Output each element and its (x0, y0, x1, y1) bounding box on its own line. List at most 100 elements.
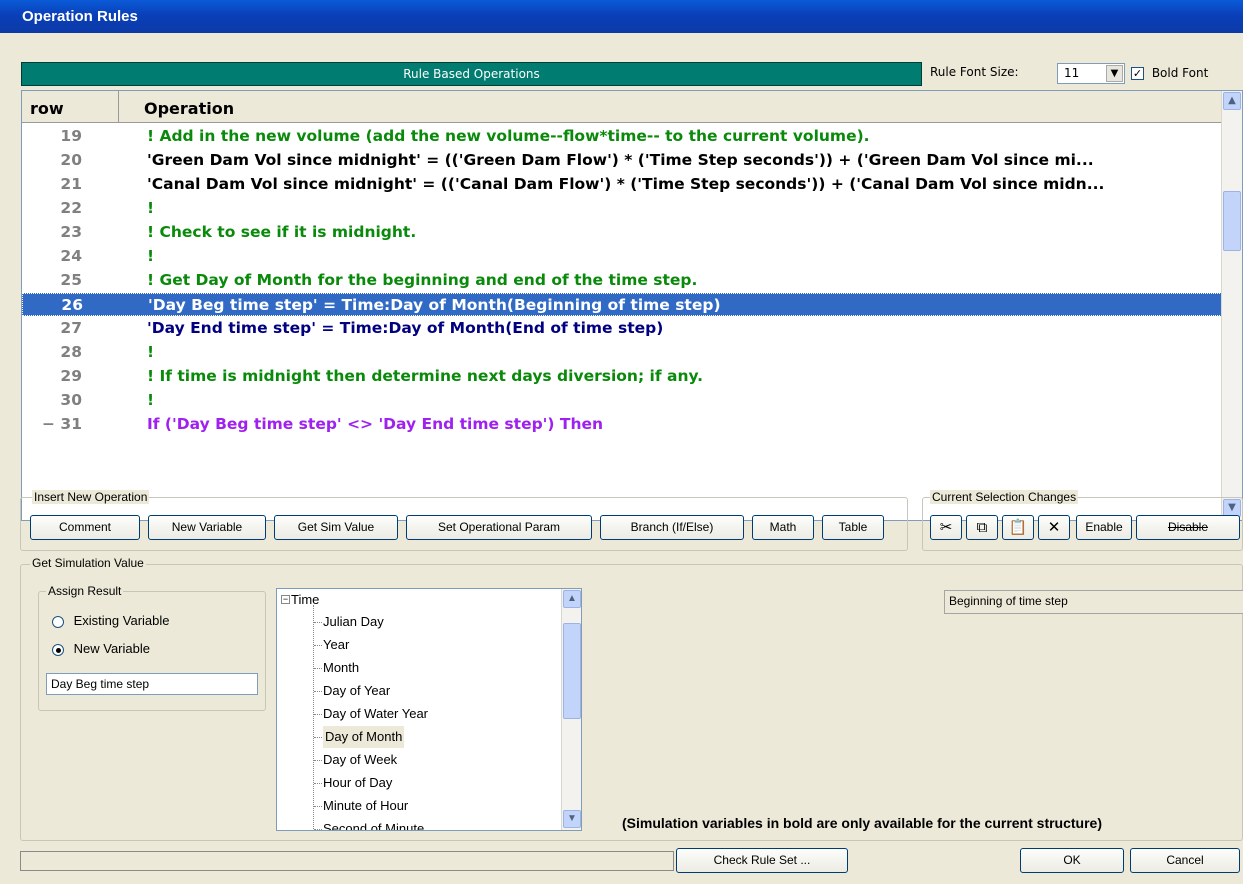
tree-item[interactable]: Julian Day (323, 611, 384, 633)
tree-item[interactable]: Day of Water Year (323, 703, 428, 725)
tree-item[interactable]: Day of Week (323, 749, 397, 771)
status-field (20, 851, 674, 871)
tree-item[interactable]: Minute of Hour (323, 795, 408, 817)
rule-row[interactable]: 21 'Canal Dam Vol since midnight' = (('Ca… (22, 173, 1222, 196)
cancel-button[interactable]: Cancel (1130, 848, 1240, 873)
bold-variables-hint: (Simulation variables in bold are only a… (622, 815, 1103, 831)
math-button[interactable]: Math (752, 515, 814, 540)
rule-row-operation: ! Get Day of Month for the beginning and… (147, 271, 698, 289)
tree-branch-line (314, 829, 322, 830)
tree-scroll-thumb[interactable] (563, 623, 581, 719)
bold-font-label: Bold Font (1151, 66, 1209, 80)
rule-row[interactable]: 19 ! Add in the new volume (add the new v… (22, 125, 1222, 148)
delete-icon[interactable]: ✕ (1038, 515, 1070, 540)
sim-value-tree[interactable]: − Time Julian Day Year Month Day of Year Day… (276, 588, 582, 831)
tree-item[interactable]: Second of Minute (323, 818, 424, 830)
tree-scroll-down-icon[interactable]: ▼ (563, 810, 581, 828)
get-sim-value-button[interactable]: Get Sim Value (274, 515, 398, 540)
grid-scrollbar[interactable]: ▲ ▼ (1221, 91, 1242, 520)
font-size-select[interactable]: 11 ▼ (1057, 63, 1125, 84)
rule-row[interactable]: 20 'Green Dam Vol since midnight' = (('Gr… (22, 149, 1222, 172)
existing-variable-option[interactable]: Existing Variable (52, 613, 170, 628)
tree-item[interactable]: Month (323, 657, 359, 679)
chevron-down-icon[interactable]: ▼ (1106, 65, 1123, 82)
rule-row-operation: 'Day Beg time step' = Time:Day of Month(… (148, 296, 721, 314)
scroll-thumb[interactable] (1223, 191, 1241, 251)
bold-font-checkbox[interactable]: ✓ (1131, 67, 1144, 80)
tree-guide-line (313, 605, 314, 830)
scroll-up-icon[interactable]: ▲ (1223, 92, 1241, 110)
existing-variable-label: Existing Variable (73, 613, 170, 628)
rule-row[interactable]: 24! (22, 245, 1222, 268)
ok-button[interactable]: OK (1020, 848, 1124, 873)
tree-branch-line (314, 691, 322, 692)
new-variable-button[interactable]: New Variable (148, 515, 266, 540)
rule-row-number: 20 (60, 151, 82, 169)
cut-icon[interactable]: ✂ (930, 515, 962, 540)
title-bar: Operation Rules (0, 0, 1243, 33)
existing-variable-radio[interactable] (52, 615, 64, 628)
tree-branch-line (314, 783, 322, 784)
tree-branch-line (314, 622, 322, 623)
branch-if-else-button[interactable]: Branch (If/Else) (600, 515, 744, 540)
rule-row[interactable]: 29 ! If time is midnight then determine n… (22, 365, 1222, 388)
column-header-operation[interactable]: Operation (144, 99, 234, 118)
tree-item[interactable]: Hour of Day (323, 772, 392, 794)
tree-scrollbar[interactable]: ▲ ▼ (561, 589, 581, 830)
rule-row-operation: ! If time is midnight then determine nex… (147, 367, 704, 385)
rule-row-operation: ! (147, 391, 155, 409)
rule-row[interactable]: 22! (22, 197, 1222, 220)
rule-row-number: − 31 (42, 415, 82, 433)
tree-root-time[interactable]: Time (291, 589, 319, 611)
rule-row-number: 27 (60, 319, 82, 337)
table-button[interactable]: Table (822, 515, 884, 540)
new-variable-radio[interactable] (52, 643, 64, 656)
check-rule-set-button[interactable]: Check Rule Set ... (676, 848, 848, 873)
paste-icon[interactable]: 📋 (1002, 515, 1034, 540)
rule-row[interactable]: − 31 If ('Day Beg time step' <> 'Day End … (22, 413, 1222, 436)
get-sim-value-legend: Get Simulation Value (30, 556, 146, 570)
rule-row[interactable]: 23 ! Check to see if it is midnight. (22, 221, 1222, 244)
rule-row-operation: ! (147, 199, 155, 217)
collapse-icon[interactable]: − (281, 595, 290, 604)
rule-row-operation: ! Check to see if it is midnight. (147, 223, 417, 241)
column-header-row[interactable]: row (30, 99, 64, 118)
rule-row-number: 25 (60, 271, 82, 289)
rule-row[interactable]: 28! (22, 341, 1222, 364)
tree-item[interactable]: Day of Month (323, 726, 405, 748)
variable-name-input[interactable]: Day Beg time step (46, 673, 258, 695)
new-variable-option[interactable]: New Variable (52, 641, 150, 656)
rule-row-number: 23 (60, 223, 82, 241)
rule-row[interactable]: 30! (22, 389, 1222, 412)
tree-scroll-up-icon[interactable]: ▲ (563, 590, 581, 608)
set-operational-param-button[interactable]: Set Operational Param (406, 515, 592, 540)
insert-operation-legend: Insert New Operation (32, 490, 150, 504)
rule-row-operation: If ('Day Beg time step' <> 'Day End time… (147, 415, 604, 433)
rule-row-operation: 'Day End time step' = Time:Day of Month(… (147, 319, 664, 337)
rule-row-number: 28 (60, 343, 82, 361)
copy-icon[interactable]: ⧉ (966, 515, 998, 540)
rule-row[interactable]: 25 ! Get Day of Month for the beginning a… (22, 269, 1222, 292)
rule-row-number: 24 (60, 247, 82, 265)
tree-branch-line (314, 760, 322, 761)
enable-button[interactable]: Enable (1076, 515, 1132, 540)
tree-branch-line (314, 714, 322, 715)
tree-item[interactable]: Day of Year (323, 680, 390, 702)
rule-row-number: 19 (60, 127, 82, 145)
new-variable-label: New Variable (73, 641, 150, 656)
parameter-display[interactable]: Beginning of time step (944, 590, 1243, 614)
font-size-value: 11 (1064, 66, 1080, 80)
comment-button[interactable]: Comment (30, 515, 140, 540)
rule-row[interactable]: 27 'Day End time step' = Time:Day of Mont… (22, 317, 1222, 340)
rule-banner: Rule Based Operations (21, 62, 922, 86)
selection-changes-legend: Current Selection Changes (930, 490, 1079, 504)
bold-font-toggle[interactable]: ✓ Bold Font (1131, 66, 1208, 80)
font-size-label: Rule Font Size: (930, 65, 1019, 79)
rule-row-operation: ! (147, 247, 155, 265)
rule-row-operation: 'Green Dam Vol since midnight' = (('Gree… (147, 151, 1094, 169)
tree-item[interactable]: Year (323, 634, 349, 656)
rule-row-operation: 'Canal Dam Vol since midnight' = (('Cana… (147, 175, 1105, 193)
disable-button[interactable]: Disable (1136, 515, 1240, 540)
rule-grid[interactable]: row Operation 19 ! Add in the new volume … (21, 90, 1243, 521)
rule-row[interactable]: 26 'Day Beg time step' = Time:Day of Mont… (22, 293, 1222, 316)
